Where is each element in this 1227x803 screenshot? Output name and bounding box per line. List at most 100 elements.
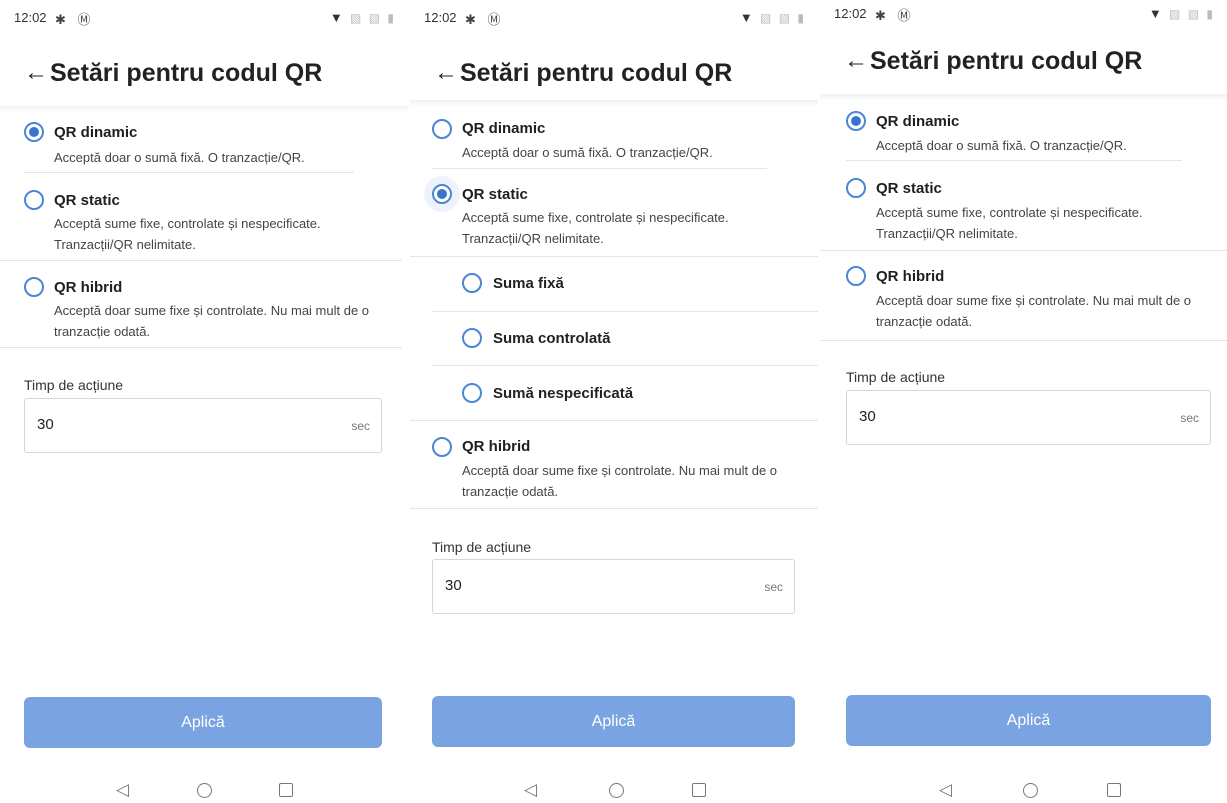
action-time-input[interactable]: 30 sec: [24, 398, 382, 453]
nav-bar: ◁: [410, 780, 818, 802]
divider: [820, 250, 1227, 251]
header-shadow: [0, 106, 408, 113]
screen-dynamic-selected: 12:02 ✱ Ⓜ ▼ ▧ ▧ ▮ ← Setări pentru codul …: [0, 0, 408, 803]
wifi-icon: ▼: [329, 10, 345, 25]
radio-qr-dynamic[interactable]: [432, 119, 452, 139]
divider: [432, 311, 818, 312]
radio-qr-static[interactable]: [846, 178, 866, 198]
option-desc-hybrid: Acceptă doar sume fixe și controlate. Nu…: [876, 293, 1192, 329]
option-desc-static: Acceptă sume fixe, controlate și nespeci…: [462, 210, 729, 246]
status-bar: 12:02 ✱ Ⓜ ▼ ▧ ▧ ▮: [834, 6, 1215, 28]
signal-icon: ▧ ▧: [1169, 7, 1202, 21]
option-desc-static: Acceptă sume fixe, controlate și nespeci…: [876, 205, 1143, 241]
battery-icon: ▮: [1206, 7, 1215, 21]
action-time-value: 30: [859, 408, 876, 425]
radio-qr-static[interactable]: [432, 184, 452, 204]
status-bar: 12:02 ✱ Ⓜ ▼ ▧ ▧ ▮: [14, 10, 396, 32]
action-time-unit: sec: [1180, 411, 1199, 425]
nav-home-icon[interactable]: [609, 783, 624, 798]
battery-icon: ▮: [797, 11, 806, 25]
action-time-label: Timp de acțiune: [846, 369, 946, 385]
nav-back-icon[interactable]: ◁: [524, 780, 537, 800]
battery-icon: ▮: [387, 11, 396, 25]
nav-recents-icon[interactable]: [692, 783, 706, 797]
radio-qr-hybrid[interactable]: [432, 437, 452, 457]
apply-button[interactable]: Aplică: [24, 697, 382, 748]
back-arrow-icon[interactable]: ←: [24, 58, 48, 88]
nav-home-icon[interactable]: [1023, 783, 1038, 798]
option-title-static[interactable]: QR static: [876, 180, 942, 197]
nav-bar: ◁: [820, 780, 1227, 802]
action-time-input[interactable]: 30 sec: [432, 559, 795, 614]
radio-controlled-amount[interactable]: [462, 328, 482, 348]
nav-back-icon[interactable]: ◁: [939, 780, 952, 800]
option-title-static[interactable]: QR static: [462, 186, 528, 203]
divider: [432, 168, 767, 169]
divider: [0, 260, 402, 261]
status-time: 12:02: [424, 10, 457, 25]
header-shadow: [820, 94, 1227, 101]
radio-qr-dynamic[interactable]: [846, 111, 866, 131]
suboption-fixed-amount[interactable]: Suma fixă: [493, 275, 564, 292]
suboption-controlled-amount[interactable]: Suma controlată: [493, 330, 611, 347]
divider: [410, 508, 818, 509]
divider: [846, 160, 1182, 161]
suboption-unspecified-amount[interactable]: Sumă nespecificată: [493, 385, 633, 402]
page-title: Setări pentru codul QR: [50, 59, 323, 87]
signal-icon: ▧ ▧: [760, 11, 793, 25]
divider: [432, 365, 818, 366]
option-desc-dynamic: Acceptă doar o sumă fixă. O tranzacție/Q…: [462, 145, 713, 160]
action-time-unit: sec: [351, 419, 370, 433]
option-desc-dynamic: Acceptă doar o sumă fixă. O tranzacție/Q…: [876, 138, 1127, 153]
nav-home-icon[interactable]: [197, 783, 212, 798]
back-arrow-icon[interactable]: ←: [434, 58, 458, 88]
radio-qr-hybrid[interactable]: [24, 277, 44, 297]
back-arrow-icon[interactable]: ←: [844, 46, 868, 76]
wifi-icon: ▼: [1148, 6, 1164, 21]
radio-qr-hybrid[interactable]: [846, 266, 866, 286]
option-desc-hybrid: Acceptă doar sume fixe și controlate. Nu…: [54, 303, 370, 339]
option-title-dynamic[interactable]: QR dinamic: [876, 113, 959, 130]
option-title-dynamic[interactable]: QR dinamic: [462, 120, 545, 137]
divider: [820, 340, 1227, 341]
header-shadow: [410, 100, 818, 107]
nav-bar: ◁: [0, 780, 408, 802]
nav-recents-icon[interactable]: [279, 783, 293, 797]
option-title-hybrid[interactable]: QR hibrid: [462, 438, 530, 455]
page-title: Setări pentru codul QR: [460, 59, 733, 87]
radio-unspecified-amount[interactable]: [462, 383, 482, 403]
option-title-dynamic[interactable]: QR dinamic: [54, 124, 137, 141]
option-title-hybrid[interactable]: QR hibrid: [876, 268, 944, 285]
action-time-value: 30: [445, 577, 462, 594]
screen-static-selected: 12:02 ✱ Ⓜ ▼ ▧ ▧ ▮ ← Setări pentru codul …: [410, 0, 818, 803]
divider: [410, 420, 818, 421]
option-title-hybrid[interactable]: QR hibrid: [54, 279, 122, 296]
action-time-value: 30: [37, 416, 54, 433]
screen-dynamic-selected-alt: 12:02 ✱ Ⓜ ▼ ▧ ▧ ▮ ← Setări pentru codul …: [820, 0, 1227, 803]
divider: [24, 172, 354, 173]
action-time-input[interactable]: 30 sec: [846, 390, 1211, 445]
apply-button[interactable]: Aplică: [846, 695, 1211, 746]
option-title-static[interactable]: QR static: [54, 192, 120, 209]
apply-button[interactable]: Aplică: [432, 696, 795, 747]
divider: [0, 347, 402, 348]
status-bar: 12:02 ✱ Ⓜ ▼ ▧ ▧ ▮: [424, 10, 806, 32]
system-icons: ▼ ▧ ▧ ▮: [330, 10, 396, 25]
action-time-label: Timp de acțiune: [432, 539, 532, 555]
status-time: 12:02: [14, 10, 47, 25]
status-time: 12:02: [834, 6, 867, 21]
option-desc-hybrid: Acceptă doar sume fixe și controlate. Nu…: [462, 463, 778, 499]
divider: [410, 256, 818, 257]
radio-qr-static[interactable]: [24, 190, 44, 210]
notification-icons: ✱ Ⓜ: [875, 8, 915, 23]
radio-qr-dynamic[interactable]: [24, 122, 44, 142]
radio-fixed-amount[interactable]: [462, 273, 482, 293]
page-title: Setări pentru codul QR: [870, 47, 1143, 75]
system-icons: ▼ ▧ ▧ ▮: [740, 10, 806, 25]
wifi-icon: ▼: [739, 10, 755, 25]
nav-back-icon[interactable]: ◁: [116, 780, 129, 800]
notification-icons: ✱ Ⓜ: [55, 12, 95, 27]
system-icons: ▼ ▧ ▧ ▮: [1149, 6, 1215, 21]
notification-icons: ✱ Ⓜ: [465, 12, 505, 27]
nav-recents-icon[interactable]: [1107, 783, 1121, 797]
